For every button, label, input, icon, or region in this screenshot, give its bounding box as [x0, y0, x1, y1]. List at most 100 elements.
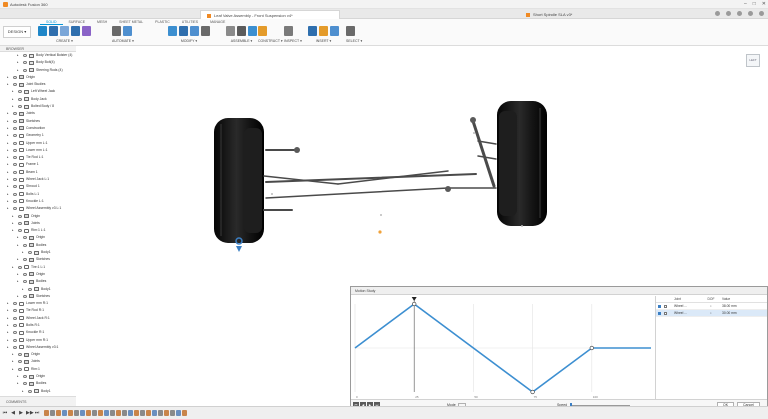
- visibility-eye-icon[interactable]: [13, 302, 17, 306]
- visibility-eye-icon[interactable]: [13, 156, 17, 160]
- browser-tree-item[interactable]: ▸ Rim:1 L:1: [0, 227, 76, 234]
- expand-arrow-icon[interactable]: ▸: [7, 178, 10, 181]
- visibility-eye-icon[interactable]: [13, 185, 17, 189]
- ribbon-tab-utilities[interactable]: UTILITIES: [176, 19, 204, 25]
- expand-arrow-icon[interactable]: ▸: [17, 258, 20, 261]
- browser-tree-item[interactable]: ▸ Tire:1 L:1: [0, 264, 76, 271]
- browser-tree-item[interactable]: ▸ Body Vertical Bolster (4): [0, 52, 76, 59]
- help-icon[interactable]: [748, 11, 753, 16]
- tool-2-2-icon[interactable]: [190, 26, 199, 36]
- expand-arrow-icon[interactable]: ▸: [17, 280, 20, 283]
- tool-0-3-icon[interactable]: [71, 26, 80, 36]
- keyframe-point[interactable]: [530, 389, 535, 395]
- visibility-eye-icon[interactable]: [23, 54, 27, 57]
- visibility-eye-icon[interactable]: [18, 360, 22, 364]
- expand-arrow-icon[interactable]: ▸: [7, 302, 10, 305]
- expand-arrow-icon[interactable]: ▸: [17, 68, 20, 72]
- job-status-icon[interactable]: [726, 11, 731, 16]
- tool-4-0-icon[interactable]: [258, 26, 267, 36]
- joint-value[interactable]: 30.00 mm: [720, 310, 760, 316]
- expand-arrow-icon[interactable]: ▸: [17, 243, 20, 247]
- visibility-eye-icon[interactable]: [18, 97, 22, 101]
- expand-arrow-icon[interactable]: ▸: [17, 236, 20, 239]
- visibility-eye-icon[interactable]: [23, 272, 27, 276]
- tool-2-3-icon[interactable]: [201, 26, 210, 36]
- visibility-eye-icon[interactable]: [13, 323, 17, 327]
- expand-arrow-icon[interactable]: ▸: [7, 126, 10, 130]
- visibility-eye-icon[interactable]: [28, 389, 32, 393]
- browser-tree-item[interactable]: ▸ Beam 1: [0, 169, 76, 176]
- ribbon-tab-surface[interactable]: SURFACE: [63, 19, 92, 25]
- browser-tree-item[interactable]: ▸ Upper mm L:1: [0, 140, 76, 147]
- browser-tree-item[interactable]: ▸ Knuckle R:1: [0, 329, 76, 336]
- timeline-feature-icon[interactable]: [182, 410, 187, 416]
- timeline-feature-icon[interactable]: [56, 410, 61, 416]
- timeline-feature-icon[interactable]: [104, 410, 109, 416]
- tab-short-spindle[interactable]: Short Spindle SLA v3*: [520, 10, 630, 19]
- visibility-eye-icon[interactable]: [13, 83, 17, 87]
- visibility-eye-icon[interactable]: [13, 112, 17, 116]
- browser-tree-item[interactable]: ▸ Sketches: [0, 256, 76, 263]
- expand-arrow-icon[interactable]: ▸: [7, 207, 10, 210]
- ribbon-tab-manage[interactable]: MANAGE: [204, 19, 231, 25]
- browser-tree-item[interactable]: ▸ Body1: [0, 286, 76, 293]
- keyframe-point[interactable]: [412, 301, 417, 307]
- visibility-eye-icon[interactable]: [23, 243, 27, 247]
- timeline-forward-icon[interactable]: ▶▶: [26, 410, 34, 416]
- browser-tree-item[interactable]: ▸ Origin: [0, 213, 76, 220]
- account-icon[interactable]: [759, 11, 764, 16]
- expand-arrow-icon[interactable]: ▸: [7, 323, 10, 327]
- browser-tree-item[interactable]: ▸ Construction: [0, 125, 76, 132]
- timeline-feature-icon[interactable]: [122, 410, 127, 416]
- browser-tree-item[interactable]: ▸ Geometry 1: [0, 132, 76, 139]
- tool-3-0-icon[interactable]: [226, 26, 235, 36]
- expand-arrow-icon[interactable]: ▸: [17, 382, 20, 385]
- timeline-feature-icon[interactable]: [50, 410, 55, 416]
- workspace-switcher[interactable]: DESIGN ▾: [3, 26, 31, 38]
- visibility-eye-icon[interactable]: [18, 214, 22, 218]
- visibility-eye-icon[interactable]: [13, 207, 17, 211]
- close-button[interactable]: ✕: [762, 1, 766, 8]
- timeline-feature-icon[interactable]: [152, 410, 157, 416]
- ribbon-group-label[interactable]: ASSEMBLE ▾: [226, 39, 257, 43]
- browser-tree-item[interactable]: ▸ Bolts R:1: [0, 322, 76, 329]
- timeline-feature-icon[interactable]: [128, 410, 133, 416]
- expand-arrow-icon[interactable]: ▸: [12, 105, 15, 108]
- visibility-eye-icon[interactable]: [23, 294, 27, 298]
- expand-arrow-icon[interactable]: ▸: [7, 338, 10, 342]
- visibility-eye-icon[interactable]: [13, 134, 17, 138]
- browser-tree-item[interactable]: ▸ Lower mm R:1: [0, 300, 76, 307]
- ribbon-tab-mesh[interactable]: MESH: [91, 19, 113, 25]
- keyframe-point[interactable]: [589, 345, 594, 351]
- expand-arrow-icon[interactable]: ▸: [7, 148, 10, 152]
- browser-tree-item[interactable]: ▸ Wheel Assembly v3 L:1: [0, 205, 76, 212]
- expand-arrow-icon[interactable]: ▸: [12, 214, 15, 218]
- timeline-feature-icon[interactable]: [110, 410, 115, 416]
- joint-table-row[interactable]: Wheel ... ↕ 30.00 mm: [656, 310, 767, 317]
- playhead-handle[interactable]: [411, 297, 417, 301]
- expand-arrow-icon[interactable]: ▸: [17, 61, 20, 64]
- tool-0-2-icon[interactable]: [60, 26, 69, 36]
- browser-tree-item[interactable]: ▸ Wheel Jack L:1: [0, 176, 76, 183]
- timeline-end-icon[interactable]: ⏭: [34, 410, 40, 416]
- timeline-back-icon[interactable]: ◀: [10, 410, 16, 416]
- expand-arrow-icon[interactable]: ▸: [12, 221, 15, 225]
- expand-arrow-icon[interactable]: ▸: [17, 294, 20, 298]
- browser-tree-item[interactable]: ▸ Bolted Body / 8: [0, 103, 76, 110]
- left-wheel[interactable]: [214, 118, 264, 243]
- tool-2-1-icon[interactable]: [179, 26, 188, 36]
- visibility-eye-icon[interactable]: [13, 309, 17, 313]
- visibility-eye-icon[interactable]: [13, 345, 17, 349]
- expand-arrow-icon[interactable]: ▸: [17, 272, 20, 276]
- visibility-eye-icon[interactable]: [28, 251, 32, 255]
- tool-6-2-icon[interactable]: [330, 26, 339, 36]
- browser-tree-item[interactable]: ▸ Left Wheel Jack: [0, 88, 76, 95]
- expand-arrow-icon[interactable]: ▸: [7, 192, 10, 196]
- expand-arrow-icon[interactable]: ▸: [7, 119, 10, 123]
- tool-2-0-icon[interactable]: [168, 26, 177, 36]
- expand-arrow-icon[interactable]: ▸: [7, 134, 10, 137]
- timeline-start-icon[interactable]: ⏮: [2, 410, 8, 416]
- expand-arrow-icon[interactable]: ▸: [17, 375, 20, 378]
- browser-tree-item[interactable]: ▸ Joints: [0, 220, 76, 227]
- visibility-eye-icon[interactable]: [13, 126, 17, 130]
